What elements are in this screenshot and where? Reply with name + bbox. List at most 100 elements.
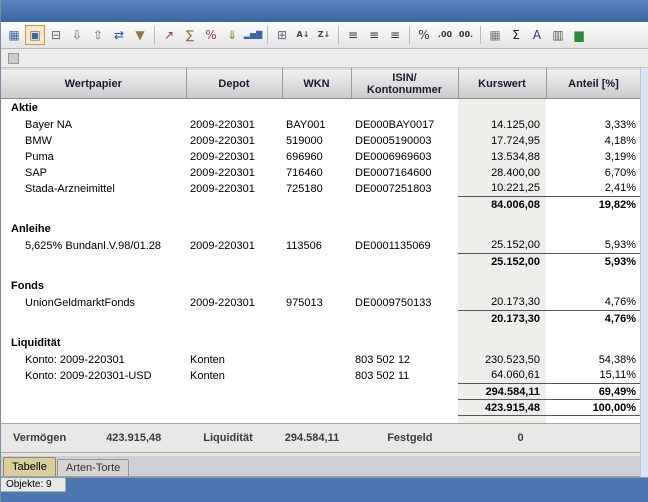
cell-wkn (282, 311, 351, 327)
cell-wertpapier: Konto: 2009-220301 (1, 352, 186, 368)
column-header[interactable]: ISIN/ Kontonummer (351, 69, 458, 99)
sum-icon[interactable]: Σ (506, 25, 526, 45)
panel-toggle-button[interactable] (8, 53, 19, 64)
sort-asc-icon[interactable]: A↓ (293, 25, 313, 45)
summary-value: 294.584,11 (285, 432, 339, 444)
grid-values-icon[interactable]: ⊞ (272, 25, 292, 45)
tab-arten-torte[interactable]: Arten-Torte (57, 459, 129, 476)
column-header[interactable]: Anteil [%] (546, 69, 641, 99)
table-row[interactable]: BMW2009-220301519000DE000519000317.724,9… (1, 133, 641, 149)
cell-wkn: 725180 (282, 181, 351, 197)
table-row[interactable]: Konto: 2009-220301Konten803 502 12230.52… (1, 352, 641, 368)
add-decimal-icon[interactable]: .00 (435, 25, 455, 45)
chart-column-icon[interactable]: ▥ (548, 25, 568, 45)
refresh-icon[interactable]: ⇄ (109, 25, 129, 45)
cell-wertpapier: Bayer NA (1, 117, 186, 133)
spacer-row (1, 270, 641, 277)
sub-toolbar (1, 49, 648, 68)
table-row[interactable]: Bayer NA2009-220301BAY001DE000BAY001714.… (1, 117, 641, 133)
align-center-icon[interactable]: ≡ (364, 25, 384, 45)
cell-anteil: 69,49% (546, 384, 641, 400)
column-header[interactable]: Depot (186, 69, 282, 99)
cell-wkn: 113506 (282, 238, 351, 254)
percent-format-icon[interactable]: % (414, 25, 434, 45)
cell-depot (186, 311, 282, 327)
zoom-chart-icon[interactable]: ▣ (25, 25, 45, 45)
sum-column-icon[interactable]: ∑ (180, 25, 200, 45)
column-header[interactable]: Kurswert (458, 69, 546, 99)
cell-isin (351, 254, 458, 270)
subtotal-row: 25.152,005,93% (1, 254, 641, 270)
section-row: Anleihe (1, 220, 641, 238)
filter-edit-icon[interactable]: ▼ (130, 25, 150, 45)
cell-anteil: 4,18% (546, 133, 641, 149)
table-row[interactable]: Puma2009-220301696960DE000696960313.534,… (1, 149, 641, 165)
toolbar-separator (338, 26, 339, 44)
table-row[interactable]: Stada-Arzneimittel2009-220301725180DE000… (1, 181, 641, 197)
table-header-row: WertpapierDepotWKNISIN/ KontonummerKursw… (1, 69, 641, 99)
title-bar: Artenanalyse: 09.05.2016 in EUR / Inhabe… (1, 0, 648, 22)
grand-total-row: 423.915,48100,00% (1, 400, 641, 416)
section-label: Aktie (1, 99, 641, 117)
toolbar-separator (154, 26, 155, 44)
cell-kurswert: 10.221,25 (458, 181, 546, 197)
tab-tabelle[interactable]: Tabelle (3, 457, 56, 476)
cell-isin: DE000BAY0017 (351, 117, 458, 133)
table-row[interactable]: Konto: 2009-220301-USDKonten803 502 1164… (1, 368, 641, 384)
status-bar: Objekte: 9 (1, 477, 648, 502)
cell-isin (351, 384, 458, 400)
export-down-icon[interactable]: ⇩ (67, 25, 87, 45)
cell-kurswert: 20.173,30 (458, 311, 546, 327)
cell-kurswert: 230.523,50 (458, 352, 546, 368)
cell-kurswert: 25.152,00 (458, 238, 546, 254)
subtotal-row: 20.173,304,76% (1, 311, 641, 327)
bar-chart-icon[interactable]: ▂▅▇ (243, 25, 263, 45)
right-gutter (640, 68, 648, 477)
underline-export-icon[interactable]: ⇓ (222, 25, 242, 45)
cell-wkn: 696960 (282, 149, 351, 165)
cell-wertpapier (1, 384, 186, 400)
zoom-out-icon[interactable]: ⊟ (46, 25, 66, 45)
percent-down-icon[interactable]: % (201, 25, 221, 45)
section-row: Aktie (1, 99, 641, 117)
cell-wertpapier (1, 400, 186, 416)
cell-depot: Konten (186, 368, 282, 384)
cell-depot: Konten (186, 352, 282, 368)
summary-value: 423.915,48 (106, 432, 161, 444)
cell-wertpapier: UnionGeldmarktFonds (1, 295, 186, 311)
cell-wkn (282, 400, 351, 416)
cell-kurswert: 13.534,88 (458, 149, 546, 165)
column-header[interactable]: Wertpapier (1, 69, 186, 99)
summary-label: Festgeld (387, 432, 432, 444)
cell-depot (186, 197, 282, 213)
cell-anteil: 100,00% (546, 400, 641, 416)
align-right-icon[interactable]: ≡ (385, 25, 405, 45)
chart-color-icon[interactable]: ▆ (569, 25, 589, 45)
table-underline-icon[interactable]: ▦ (4, 25, 24, 45)
import-up-icon[interactable]: ⇧ (88, 25, 108, 45)
cell-kurswert: 25.152,00 (458, 254, 546, 270)
table-row[interactable]: 5,625% Bundanl.V.98/01.282009-2203011135… (1, 238, 641, 254)
table-row[interactable]: UnionGeldmarktFonds2009-220301975013DE00… (1, 295, 641, 311)
chart-arrow-icon[interactable]: ↗ (159, 25, 179, 45)
cell-anteil: 5,93% (546, 254, 641, 270)
cell-anteil: 15,11% (546, 368, 641, 384)
cell-kurswert: 84.006,08 (458, 197, 546, 213)
cell-isin (351, 311, 458, 327)
sort-desc-icon[interactable]: Z↓ (314, 25, 334, 45)
cell-depot (186, 384, 282, 400)
cell-kurswert: 294.584,11 (458, 384, 546, 400)
section-label: Liquidität (1, 334, 641, 352)
cell-isin (351, 400, 458, 416)
font-icon[interactable]: A (527, 25, 547, 45)
table-edit-icon[interactable]: ▦ (485, 25, 505, 45)
align-left-icon[interactable]: ≡ (343, 25, 363, 45)
table-row[interactable]: SAP2009-220301716460DE000716460028.400,0… (1, 165, 641, 181)
cell-kurswert: 64.060,61 (458, 368, 546, 384)
cell-wkn: BAY001 (282, 117, 351, 133)
cell-depot: 2009-220301 (186, 238, 282, 254)
column-header[interactable]: WKN (282, 69, 351, 99)
cell-anteil: 3,33% (546, 117, 641, 133)
remove-decimal-icon[interactable]: 00. (456, 25, 476, 45)
cell-wkn (282, 254, 351, 270)
